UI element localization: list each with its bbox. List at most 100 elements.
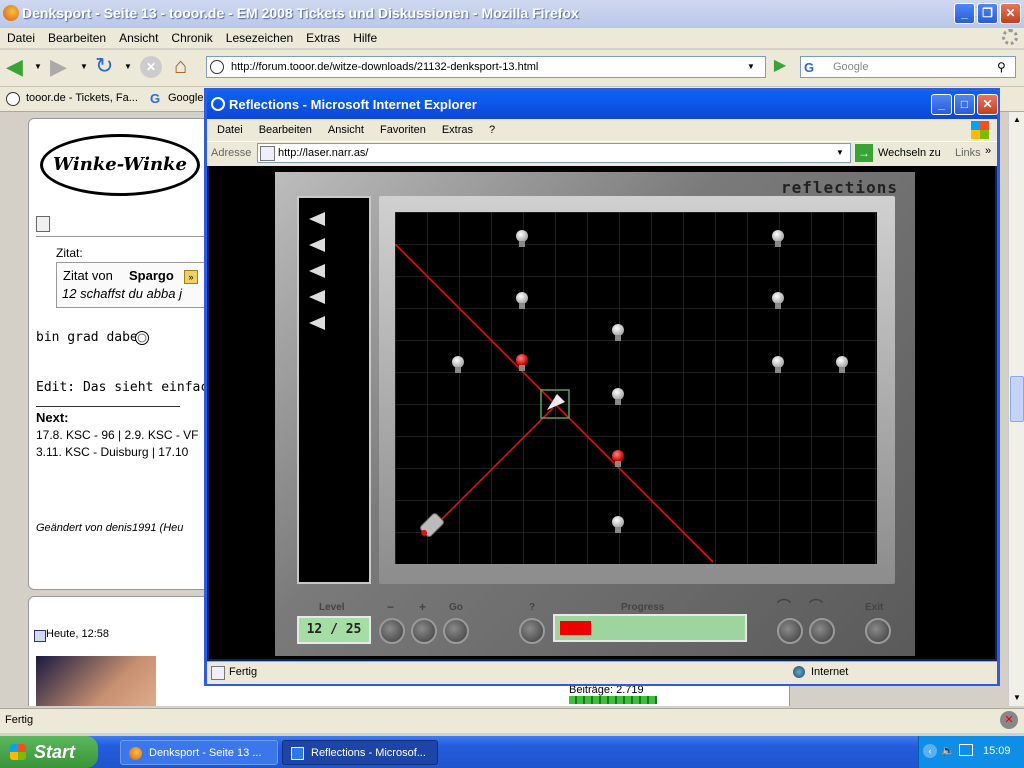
plus-label: +: [419, 600, 427, 614]
inventory-mirror-icon[interactable]: [309, 264, 325, 278]
signature-next-label: Next:: [36, 410, 69, 425]
separator: [36, 236, 206, 237]
ie-url-field[interactable]: http://laser.narr.as/ ▼: [257, 143, 851, 163]
post-date: Heute, 12:58: [46, 628, 109, 640]
tray-expand-icon[interactable]: ‹: [923, 744, 937, 758]
start-label: Start: [34, 742, 76, 762]
firefox-status-bar: Fertig ✕: [0, 708, 1024, 733]
search-magnifier-icon[interactable]: ⚲: [997, 57, 1006, 77]
quote-jump-icon[interactable]: »: [184, 270, 198, 284]
start-button[interactable]: Start: [0, 736, 98, 768]
tray-volume-icon[interactable]: 🔈: [941, 744, 955, 757]
url-dropdown-icon[interactable]: ▼: [747, 57, 755, 77]
ie-status-bar: Fertig Internet: [207, 661, 997, 684]
maximize-button[interactable]: ❐: [977, 3, 998, 24]
windows-flag-icon: [971, 121, 989, 139]
menu-ansicht[interactable]: Ansicht: [119, 31, 158, 45]
signature-separator: [36, 406, 180, 407]
quote-author[interactable]: Spargo: [129, 268, 174, 283]
post-date-icon: [34, 630, 46, 642]
level-minus-button[interactable]: [379, 618, 405, 644]
ie-icon: [211, 97, 225, 111]
ie-title-bar: Reflections - Microsoft Internet Explore…: [207, 91, 998, 119]
redo-button[interactable]: [809, 618, 835, 644]
reload-icon[interactable]: ↻: [95, 54, 113, 78]
firefox-scrollbar[interactable]: ▲ ▼: [1008, 112, 1024, 706]
menu-chronik[interactable]: Chronik: [171, 31, 212, 45]
clock[interactable]: 15:09: [983, 745, 1011, 757]
scroll-thumb[interactable]: [1010, 376, 1024, 422]
ie-window-title: Reflections - Microsoft Internet Explore…: [229, 97, 477, 112]
inventory-mirror-icon[interactable]: [309, 290, 325, 304]
level-go-button[interactable]: [443, 618, 469, 644]
throbber-icon: [1002, 29, 1018, 45]
ie-menu-bearbeiten[interactable]: Bearbeiten: [259, 124, 312, 136]
stop-icon[interactable]: ✕: [140, 56, 162, 78]
game-grid[interactable]: [395, 212, 877, 564]
bookmark-favicon-icon: [6, 92, 20, 106]
help-button[interactable]: [519, 618, 545, 644]
tray-network-icon[interactable]: [959, 744, 973, 756]
inventory-mirror-icon[interactable]: [309, 212, 325, 226]
bookmark-google[interactable]: Google: [168, 92, 203, 104]
exit-button[interactable]: [865, 618, 891, 644]
forum-logo: Winke-Winke: [40, 134, 200, 196]
windows-taskbar: Start Denksport - Seite 13 ... Reflectio…: [0, 736, 1024, 768]
ie-page-icon: [260, 146, 275, 161]
menu-datei[interactable]: Datei: [7, 31, 35, 45]
reload-dropdown-icon[interactable]: ▼: [124, 62, 132, 71]
ie-go-label[interactable]: Wechseln zu: [878, 147, 941, 159]
game-board-frame: [379, 196, 895, 584]
search-box[interactable]: G Google ⚲: [800, 56, 1016, 78]
task-ie-label: Reflections - Microsof...: [311, 747, 426, 759]
post-icon: [36, 216, 50, 232]
ie-links-chevron-icon[interactable]: »: [985, 145, 991, 157]
level-plus-button[interactable]: [411, 618, 437, 644]
go-label: Go: [449, 602, 463, 613]
undo-button[interactable]: [777, 618, 803, 644]
task-ie[interactable]: Reflections - Microsof...: [282, 740, 438, 765]
back-dropdown-icon[interactable]: ▼: [34, 62, 42, 71]
menu-lesezeichen[interactable]: Lesezeichen: [226, 31, 293, 45]
inventory-mirror-icon[interactable]: [309, 316, 325, 330]
ie-close-button[interactable]: ✕: [977, 94, 998, 115]
scroll-up-icon[interactable]: ▲: [1010, 112, 1024, 128]
ie-menu-extras[interactable]: Extras: [442, 124, 473, 136]
home-icon[interactable]: ⌂: [174, 54, 187, 78]
task-firefox[interactable]: Denksport - Seite 13 ...: [120, 740, 278, 765]
forward-arrow-icon[interactable]: ▶: [50, 56, 67, 78]
task-ie-icon: [291, 747, 304, 760]
exit-label: Exit: [865, 602, 884, 613]
back-arrow-icon[interactable]: ◀: [6, 56, 23, 78]
menu-hilfe[interactable]: Hilfe: [353, 31, 377, 45]
ie-minimize-button[interactable]: _: [931, 94, 952, 115]
menu-extras[interactable]: Extras: [306, 31, 340, 45]
ie-menu-ansicht[interactable]: Ansicht: [328, 124, 364, 136]
menu-bearbeiten[interactable]: Bearbeiten: [48, 31, 106, 45]
forward-dropdown-icon[interactable]: ▼: [80, 62, 88, 71]
ie-menu-favoriten[interactable]: Favoriten: [380, 124, 426, 136]
ie-content-area: reflections Level 12 / 25 − + Go ? Progr…: [209, 166, 995, 659]
quote-text: 12 schaffst du abba j: [62, 286, 182, 301]
ie-maximize-button[interactable]: □: [954, 94, 975, 115]
ie-window: Reflections - Microsoft Internet Explore…: [204, 88, 1000, 686]
ie-url-dropdown-icon[interactable]: ▼: [836, 144, 844, 162]
minimize-button[interactable]: _: [954, 3, 975, 24]
bookmark-tooor[interactable]: tooor.de - Tickets, Fa...: [26, 92, 138, 104]
activity-bar: [569, 696, 657, 704]
reflections-game: reflections Level 12 / 25 − + Go ? Progr…: [275, 172, 915, 656]
ie-menu-help[interactable]: ?: [489, 124, 495, 136]
close-button[interactable]: ✕: [1000, 3, 1021, 24]
google-engine-icon[interactable]: G: [804, 58, 814, 78]
ie-menu-datei[interactable]: Datei: [217, 124, 243, 136]
ie-go-arrow-icon[interactable]: →: [855, 144, 873, 162]
go-arrow-icon[interactable]: ▶: [770, 56, 790, 76]
level-label: Level: [319, 602, 345, 613]
firefox-url-bar[interactable]: http://forum.tooor.de/witze-downloads/21…: [206, 56, 766, 78]
ie-links-label[interactable]: Links: [955, 147, 981, 159]
ie-address-label: Adresse: [211, 147, 252, 159]
progress-bar: [553, 614, 747, 642]
inventory-mirror-icon[interactable]: [309, 238, 325, 252]
scroll-down-icon[interactable]: ▼: [1010, 690, 1024, 706]
firefox-title-bar: Denksport - Seite 13 - tooor.de - EM 200…: [0, 0, 1024, 28]
